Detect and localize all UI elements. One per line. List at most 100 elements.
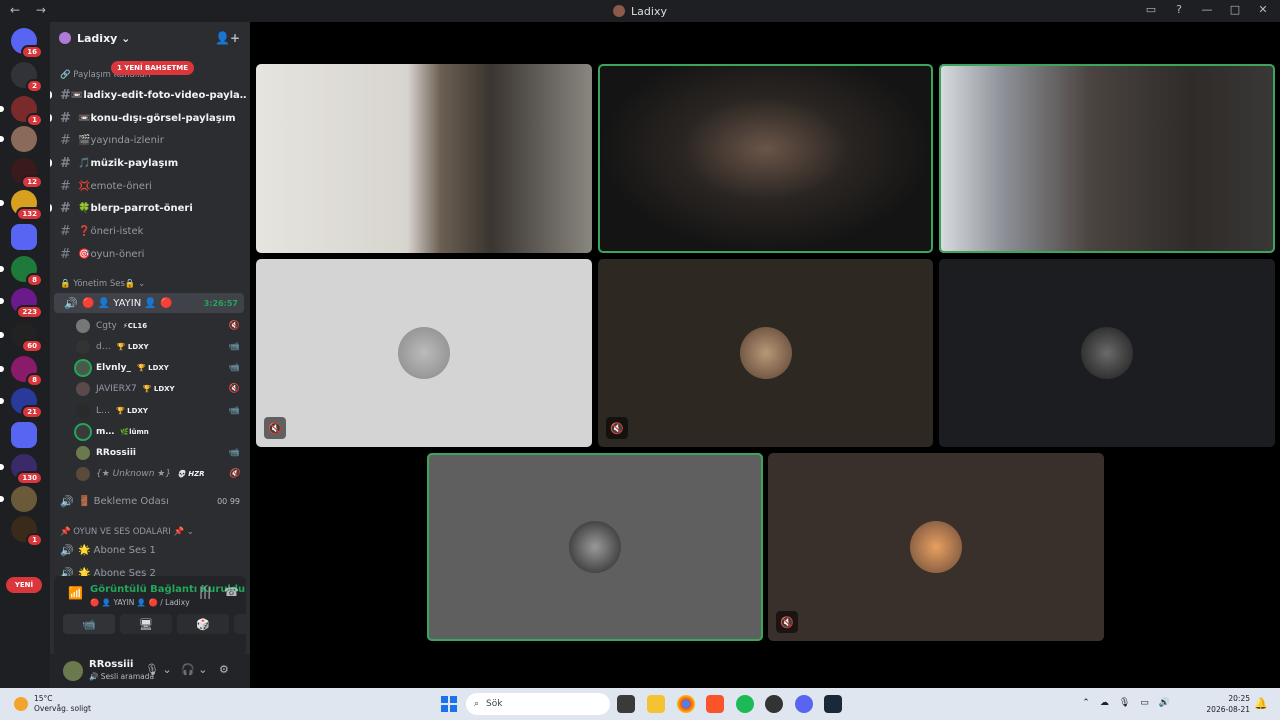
new-mention-pill[interactable]: 1 YENİ BAHSETME xyxy=(111,61,195,75)
text-channel[interactable]: # 🎯oyun-öneri xyxy=(50,244,246,264)
voice-channel[interactable]: 🔊 🚪 Bekleme Odası 00 99 xyxy=(50,491,246,511)
server-icon[interactable]: 1 xyxy=(0,96,43,127)
screen-share-button[interactable]: 🖥 xyxy=(120,614,172,634)
app-icon[interactable] xyxy=(765,695,783,713)
clock[interactable]: 20:25 2026-08-21 xyxy=(1206,693,1250,715)
signal-icon[interactable]: 📶 xyxy=(68,586,83,600)
video-tile-camera[interactable] xyxy=(939,64,1275,253)
maximize-icon[interactable]: □ xyxy=(1228,3,1242,16)
mic-icon[interactable]: 🎙 ⌄ xyxy=(145,663,172,676)
voice-member[interactable]: RRossiii 📹 xyxy=(76,443,244,463)
steam-icon[interactable] xyxy=(824,695,842,713)
chrome-icon[interactable] xyxy=(677,695,695,713)
member-tag: 💀 HZR xyxy=(177,470,205,478)
headphones-icon[interactable]: 🎧 ⌄ xyxy=(181,663,207,676)
avatar xyxy=(76,340,90,354)
camera-button[interactable]: 📹 xyxy=(63,614,115,634)
username[interactable]: RRossiii xyxy=(89,659,133,670)
cloud-off-icon[interactable]: ☁ xyxy=(1100,698,1109,708)
avatar xyxy=(76,382,90,396)
folder-icon[interactable] xyxy=(11,224,37,250)
server-icon[interactable] xyxy=(0,126,37,152)
video-tile-avatar[interactable]: 🔇 xyxy=(598,259,933,447)
connection-status[interactable]: Görüntülü Bağlantı Kuruldu xyxy=(90,584,245,595)
video-tile-camera[interactable] xyxy=(598,64,933,253)
network-icon[interactable]: ▭ xyxy=(1140,698,1149,708)
close-icon[interactable]: ✕ xyxy=(1256,3,1270,16)
minimize-icon[interactable]: — xyxy=(1200,3,1214,16)
server-icon[interactable]: 223 xyxy=(0,288,43,319)
mic-icon[interactable]: 🎙 xyxy=(1119,698,1130,708)
connection-channel[interactable]: 🔴 👤 YAYIN 👤 🔴 / Ladixy xyxy=(90,598,190,607)
voice-channel-active[interactable]: 🔊 🔴 👤 YAYIN 👤 🔴 3:26:57 xyxy=(54,293,244,313)
weather-widget[interactable]: 15°C Overvåg. soligt xyxy=(14,694,91,714)
server-icon[interactable]: 8 xyxy=(0,256,43,287)
voice-member[interactable]: d… 🏆 LDXY 📹 xyxy=(76,337,244,357)
taskbar-search[interactable]: ⌕ Sök xyxy=(466,693,610,715)
brave-icon[interactable] xyxy=(706,695,724,713)
avatar xyxy=(76,467,90,481)
server-icon[interactable]: 132 xyxy=(0,190,43,221)
member-name: Elvnly_ xyxy=(96,363,131,373)
start-button[interactable] xyxy=(441,696,457,712)
text-channel[interactable]: # 🎬yayında-izlenir xyxy=(50,130,246,150)
avatar[interactable] xyxy=(63,661,83,681)
settings-icon[interactable]: ⚙ xyxy=(219,663,229,676)
server-icon[interactable]: 8 xyxy=(0,356,43,387)
text-channel[interactable]: # 💢emote-öneri xyxy=(50,176,246,196)
voice-member[interactable]: {★ Unknown ★} 💀 HZR 🔇 xyxy=(76,464,244,484)
channel-name: 🍀blerp-parrot-öneri xyxy=(78,202,193,214)
server-icon[interactable]: 21 xyxy=(0,388,43,419)
video-tile-avatar[interactable] xyxy=(939,259,1275,447)
inbox-icon[interactable]: ▭ xyxy=(1144,3,1158,16)
new-unreads-button[interactable]: YENİ xyxy=(6,577,42,593)
hash-icon: # xyxy=(60,110,71,126)
text-channel[interactable]: # 📼konu-dışı-görsel-paylaşım xyxy=(50,108,246,128)
server-dm[interactable]: 16 xyxy=(11,28,43,59)
invite-people-icon[interactable]: 👤+ xyxy=(215,31,240,45)
help-icon[interactable]: ? xyxy=(1172,3,1186,16)
folder-icon[interactable] xyxy=(11,422,37,448)
guild-header[interactable]: Ladixy ⌄ 👤+ xyxy=(50,22,250,54)
disconnect-icon[interactable]: ☎ xyxy=(224,585,239,599)
server-icon[interactable]: 1 xyxy=(11,516,43,547)
server-badge: 223 xyxy=(16,305,43,319)
muted-icon: 🔇 xyxy=(776,611,798,633)
video-tile-avatar[interactable] xyxy=(427,453,763,641)
discord-icon[interactable] xyxy=(795,695,813,713)
text-channel[interactable]: # 🍀blerp-parrot-öneri xyxy=(50,198,246,218)
system-tray[interactable]: ⌃ ☁ 🎙 ▭ 🔊 xyxy=(1082,698,1170,708)
voice-member[interactable]: Elvnly_ 🏆 LDXY 📹 xyxy=(76,358,244,378)
volume-icon[interactable]: 🔊 xyxy=(1159,698,1170,708)
server-icon[interactable]: 12 xyxy=(11,158,43,189)
task-view-icon[interactable] xyxy=(617,695,635,713)
video-tile-avatar[interactable]: 🔇 xyxy=(768,453,1104,641)
text-channel[interactable]: # ❓öneri-istek xyxy=(50,221,246,241)
category-voice-admin[interactable]: 🔒 Yönetim Ses🔒 ⌄ xyxy=(60,279,145,289)
voice-member[interactable]: L… 🏆 LDXY 📹 xyxy=(76,401,244,421)
voice-member[interactable]: Cgty ⚡CL16 🔇 xyxy=(76,316,244,336)
voice-channel[interactable]: 🔊 🌟 Abone Ses 1 xyxy=(50,540,246,560)
server-icon[interactable]: 60 xyxy=(0,322,43,353)
voice-member[interactable]: m… 🌿lümn xyxy=(76,422,244,442)
category-games[interactable]: 📌 OYUN VE SES ODALARI 📌 ⌄ xyxy=(60,527,194,537)
chevron-up-icon[interactable]: ⌃ xyxy=(1082,698,1090,708)
server-icon[interactable]: 2 xyxy=(11,62,43,93)
noise-suppression-icon[interactable]: ||| xyxy=(199,585,211,599)
text-channel[interactable]: # 🎵müzik-paylaşım xyxy=(50,153,246,173)
activities-button[interactable]: 🎲 xyxy=(177,614,229,634)
spotify-icon[interactable] xyxy=(736,695,754,713)
text-channel[interactable]: # 📼ladixy-edit-foto-video-payla… xyxy=(50,85,246,105)
video-tile-avatar[interactable]: 🔇 xyxy=(256,259,592,447)
server-icon[interactable]: 130 xyxy=(0,454,43,485)
video-tile-camera[interactable] xyxy=(256,64,592,253)
server-icon[interactable] xyxy=(0,486,37,512)
notification-icon[interactable]: 🔔 xyxy=(1254,697,1268,710)
server-badge: 132 xyxy=(16,207,43,221)
voice-member[interactable]: JAVIERX7 🏆 LDXY 🔇 xyxy=(76,379,244,399)
member-name: m… xyxy=(96,427,115,437)
avatar xyxy=(910,521,962,573)
call-timer: 3:26:57 xyxy=(203,298,238,308)
nav-arrows[interactable]: ← → xyxy=(10,3,52,17)
file-explorer-icon[interactable] xyxy=(647,695,665,713)
